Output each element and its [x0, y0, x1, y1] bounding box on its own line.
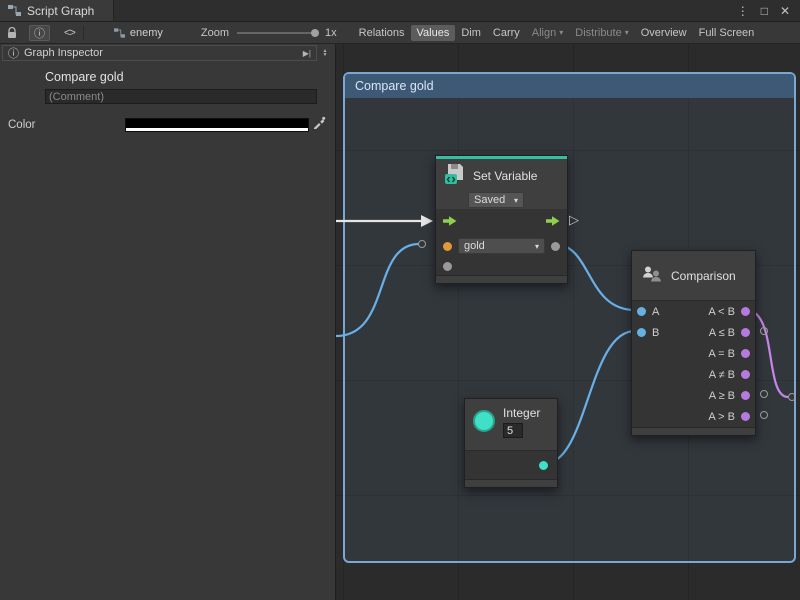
unconnected-port-indicator[interactable] [760, 390, 768, 398]
toolbar-divider [83, 26, 84, 40]
node-footer [632, 427, 755, 435]
spin-down-icon[interactable]: ▼ [323, 53, 328, 57]
variable-value-output-port[interactable] [551, 242, 560, 251]
node-header[interactable]: Set Variable Saved ▾ [436, 159, 567, 209]
carry-button[interactable]: Carry [487, 25, 526, 41]
breadcrumb-graph[interactable]: enemy [114, 27, 163, 39]
output-port-a-eq-b[interactable] [741, 349, 750, 358]
save-variable-icon [444, 163, 466, 188]
output-port-a-gt-b[interactable] [741, 412, 750, 421]
output-label: A ≤ B [709, 327, 735, 339]
node-header[interactable]: Integer [465, 399, 557, 451]
unconnected-port-indicator[interactable] [788, 393, 796, 401]
node-title: Integer [503, 406, 540, 420]
integer-output-port[interactable] [539, 461, 548, 470]
maximize-icon[interactable]: □ [761, 4, 768, 18]
script-graph-icon [8, 5, 21, 16]
graph-toolbar: ⓘ <> enemy Zoom 1x Relations Values Dim … [0, 22, 800, 44]
graph-inspector-panel: ⓘ Graph Inspector ▶| ▲ ▼ Compare gold Co… [0, 44, 335, 600]
output-label: A < B [708, 306, 735, 318]
zoom-label: Zoom [201, 27, 229, 39]
fallback-input-port[interactable] [443, 262, 452, 271]
info-icon: ⓘ [8, 45, 19, 61]
code-view-button[interactable]: <> [64, 27, 75, 39]
output-label: A ≠ B [709, 369, 735, 381]
zoom-slider-track [237, 32, 319, 34]
node-integer[interactable]: Integer [464, 398, 558, 488]
node-footer [465, 479, 557, 487]
variable-scope-dropdown[interactable]: Saved ▾ [468, 192, 524, 208]
inspector-body: Compare gold Color [0, 62, 335, 600]
full-screen-button[interactable]: Full Screen [693, 25, 761, 41]
output-label: A = B [708, 348, 735, 360]
input-label-b: B [652, 327, 659, 339]
zoom-value: 1x [325, 27, 337, 39]
unconnected-port-indicator[interactable] [418, 240, 426, 248]
node-title: Set Variable [473, 169, 537, 183]
node-title: Comparison [671, 269, 736, 283]
unconnected-port-indicator[interactable] [760, 327, 768, 335]
distribute-dropdown[interactable]: Distribute▾ [569, 25, 634, 41]
graph-title: Compare gold [45, 70, 124, 84]
output-port-a-neq-b[interactable] [741, 370, 750, 379]
output-label: A ≥ B [709, 390, 735, 402]
output-label: A > B [708, 411, 735, 423]
node-set-variable[interactable]: Set Variable Saved ▾ gold ▾ [435, 155, 568, 284]
window-menu-icon[interactable]: ⋮ [737, 4, 749, 18]
close-icon[interactable]: ✕ [780, 4, 790, 18]
panel-spinner[interactable]: ▲ ▼ [317, 49, 333, 57]
variable-value-input-port[interactable] [443, 242, 452, 251]
chevron-down-icon: ▾ [625, 28, 629, 37]
inspector-header-box[interactable]: ⓘ Graph Inspector ▶| [2, 45, 317, 61]
inspector-toggle-button[interactable]: ⓘ [29, 25, 50, 41]
chevron-down-icon: ▾ [535, 242, 539, 251]
graph-canvas[interactable]: Compare gold [335, 44, 800, 600]
output-port-a-gte-b[interactable] [741, 391, 750, 400]
flow-output-port[interactable] [546, 216, 560, 229]
zoom-slider-knob[interactable] [311, 29, 319, 37]
input-port-a[interactable] [637, 307, 646, 316]
output-port-a-lt-b[interactable] [741, 307, 750, 316]
lock-icon[interactable] [7, 27, 17, 39]
variable-name-dropdown[interactable]: gold ▾ [458, 238, 545, 254]
inspector-header: ⓘ Graph Inspector ▶| ▲ ▼ [0, 44, 335, 62]
values-button[interactable]: Values [411, 25, 456, 41]
collapse-panel-icon[interactable]: ▶| [303, 49, 311, 58]
relations-button[interactable]: Relations [353, 25, 411, 41]
window-controls: ⋮ □ ✕ [737, 0, 800, 21]
chevron-down-icon: ▾ [514, 196, 518, 205]
tab-script-graph[interactable]: Script Graph [0, 0, 114, 21]
tab-title: Script Graph [27, 4, 94, 18]
graph-name: enemy [130, 27, 163, 39]
script-graph-icon [114, 28, 125, 38]
align-dropdown[interactable]: Align▾ [526, 25, 569, 41]
node-header[interactable]: Comparison [632, 251, 755, 301]
comment-input[interactable] [45, 89, 317, 104]
node-comparison[interactable]: Comparison A A < B B A ≤ B A = B A ≠ B A… [631, 250, 756, 436]
color-swatch-alpha-bar [126, 128, 308, 131]
overview-button[interactable]: Overview [635, 25, 693, 41]
color-label: Color [8, 119, 35, 131]
input-label-a: A [652, 306, 659, 318]
input-port-b[interactable] [637, 328, 646, 337]
unconnected-port-indicator[interactable] [760, 411, 768, 419]
flow-input-port[interactable] [443, 216, 457, 229]
flow-continuation-icon[interactable]: ▷ [569, 212, 579, 228]
zoom-slider[interactable] [237, 28, 319, 38]
integer-value-input[interactable] [503, 423, 523, 438]
window-titlebar: Script Graph ⋮ □ ✕ [0, 0, 800, 22]
color-swatch-value [126, 119, 308, 128]
output-port-a-lte-b[interactable] [741, 328, 750, 337]
node-footer [436, 275, 567, 283]
chevron-down-icon: ▾ [559, 28, 563, 37]
inspector-header-title: Graph Inspector [24, 47, 103, 59]
dim-button[interactable]: Dim [455, 25, 487, 41]
group-header[interactable]: Compare gold [345, 74, 794, 98]
color-swatch[interactable] [125, 118, 309, 132]
eyedropper-icon[interactable] [313, 116, 326, 134]
group-title: Compare gold [355, 79, 434, 93]
comparison-icon [641, 265, 663, 286]
integer-type-icon [473, 410, 495, 432]
